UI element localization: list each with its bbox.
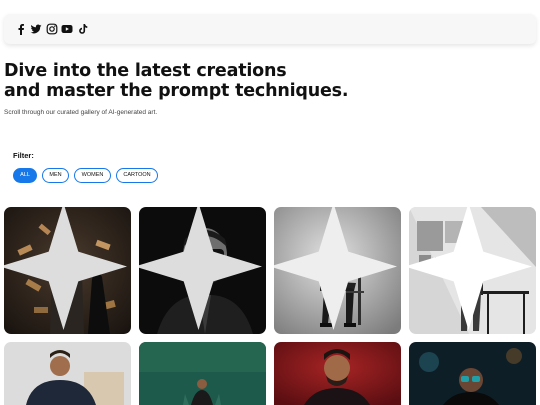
gallery-card[interactable] — [4, 342, 131, 405]
gallery-image — [274, 342, 401, 405]
gallery-card[interactable] — [139, 342, 266, 405]
gallery-image — [409, 342, 536, 405]
filter-label: Filter: — [13, 151, 34, 160]
social-bar — [4, 14, 536, 44]
gallery-card[interactable] — [139, 207, 266, 334]
page-subtitle: Scroll through our curated gallery of AI… — [4, 109, 158, 116]
filter-men-button[interactable]: MEN — [42, 168, 69, 183]
gallery-image — [4, 342, 131, 405]
gallery-card[interactable] — [409, 342, 536, 405]
page-title: Dive into the latest creations and maste… — [4, 61, 349, 101]
facebook-icon[interactable] — [15, 23, 27, 35]
tiktok-icon[interactable] — [77, 23, 89, 35]
twitter-icon[interactable] — [30, 23, 42, 35]
gallery-card[interactable] — [274, 207, 401, 334]
sparkle-icon — [274, 207, 397, 330]
sparkle-icon — [139, 207, 262, 330]
gallery-card[interactable] — [409, 207, 536, 334]
instagram-icon[interactable] — [46, 23, 58, 35]
sparkle-icon — [409, 207, 532, 330]
gallery-card[interactable] — [4, 207, 131, 334]
title-line-2: and master the prompt techniques. — [4, 81, 349, 101]
gallery-card[interactable] — [274, 342, 401, 405]
title-line-1: Dive into the latest creations — [4, 61, 287, 81]
filter-cartoon-button[interactable]: CARTOON — [116, 168, 158, 183]
gallery-image — [139, 342, 266, 405]
filter-women-button[interactable]: WOMEN — [74, 168, 111, 183]
filter-all-button[interactable]: ALL — [13, 168, 37, 183]
sparkle-icon — [4, 207, 127, 330]
youtube-icon[interactable] — [61, 23, 73, 35]
